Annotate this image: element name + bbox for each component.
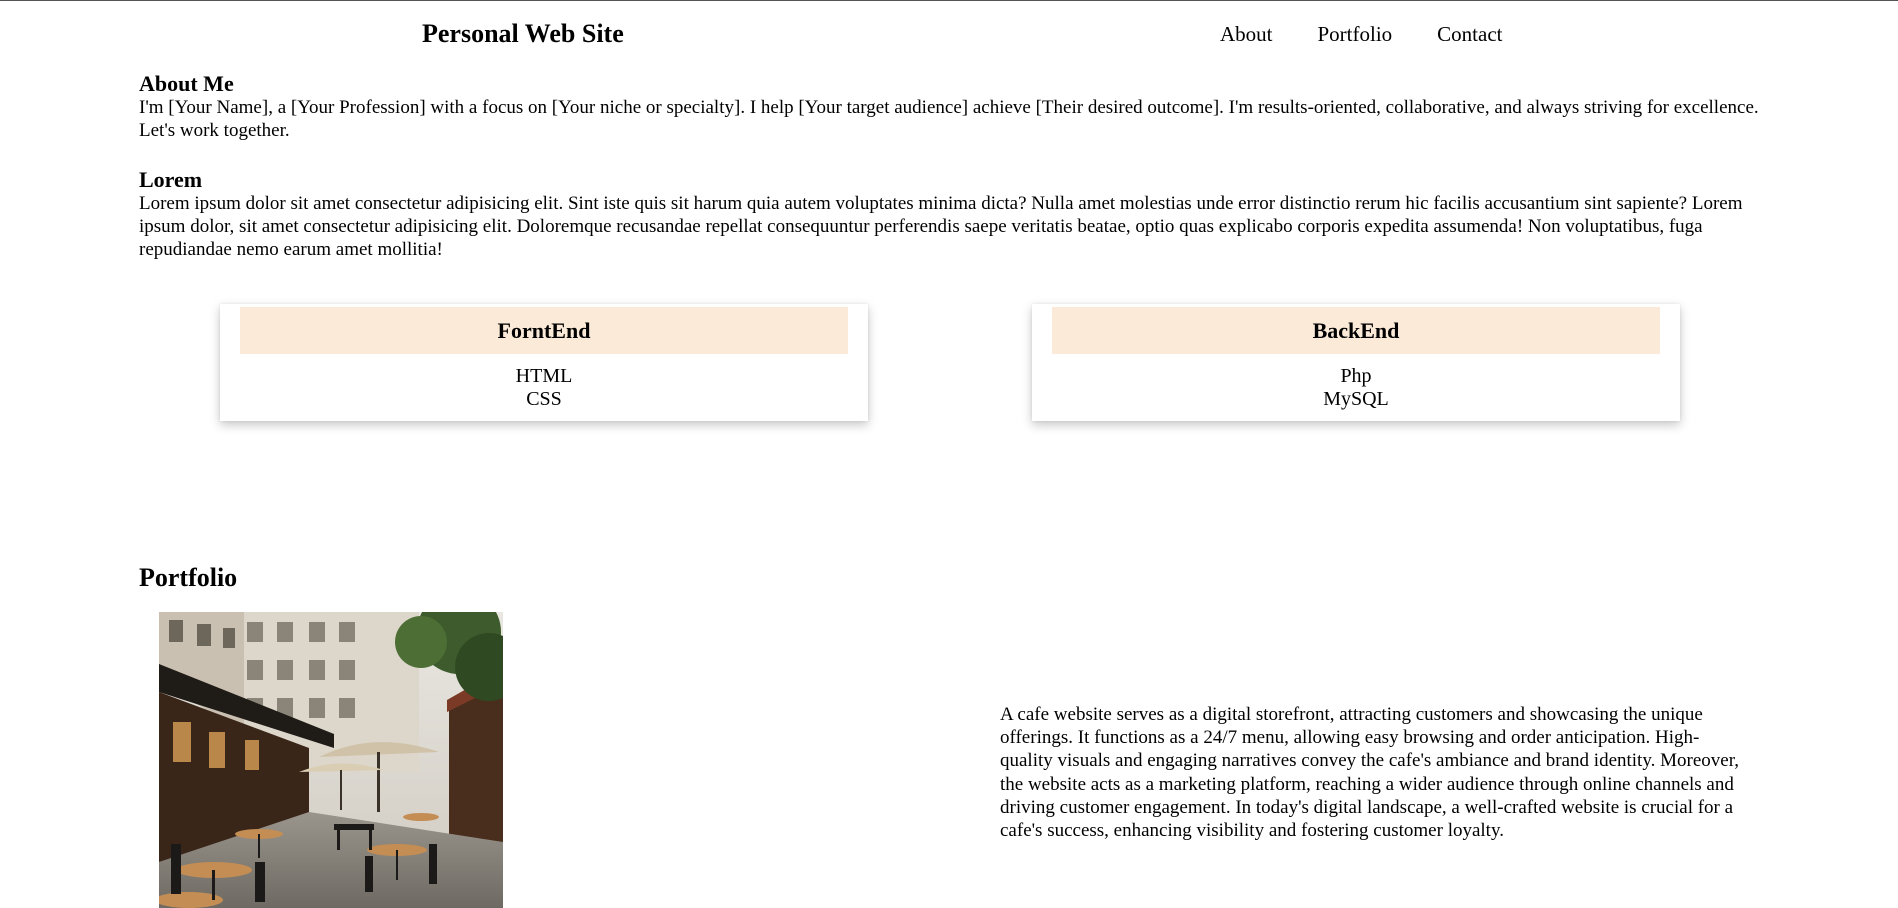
main-nav: About Portfolio Contact [1220, 20, 1503, 48]
backend-skill-card: BackEnd Php MySQL [1032, 304, 1680, 421]
frontend-skill-card: ForntEnd HTML CSS [220, 304, 868, 421]
nav-link-contact[interactable]: Contact [1437, 20, 1502, 48]
frontend-card-title: ForntEnd [240, 307, 848, 354]
site-title: Personal Web Site [422, 19, 624, 48]
nav-link-about[interactable]: About [1220, 20, 1273, 48]
skill-item-html: HTML [515, 365, 573, 387]
backend-skill-list: Php MySQL [1032, 365, 1680, 411]
lorem-heading: Lorem [139, 167, 203, 192]
nav-link-portfolio[interactable]: Portfolio [1318, 20, 1393, 48]
skill-item-css: CSS [526, 388, 562, 410]
about-section: About Me I'm [Your Name], a [Your Profes… [139, 72, 1759, 142]
about-heading: About Me [139, 71, 234, 96]
frontend-skill-list: HTML CSS [220, 365, 868, 411]
lorem-section: Lorem Lorem ipsum dolor sit amet consect… [139, 168, 1759, 262]
portfolio-heading: Portfolio [139, 563, 238, 592]
skill-item-mysql: MySQL [1323, 388, 1389, 410]
site-header: Personal Web Site About Portfolio Contac… [0, 0, 1898, 70]
lorem-text: Lorem ipsum dolor sit amet consectetur a… [139, 193, 1743, 261]
backend-card-title: BackEnd [1052, 307, 1660, 354]
skill-item-php: Php [1340, 365, 1372, 387]
portfolio-description: A cafe website serves as a digital store… [1000, 704, 1740, 842]
about-text: I'm [Your Name], a [Your Profession] wit… [139, 97, 1759, 142]
cafe-photo [159, 612, 503, 908]
